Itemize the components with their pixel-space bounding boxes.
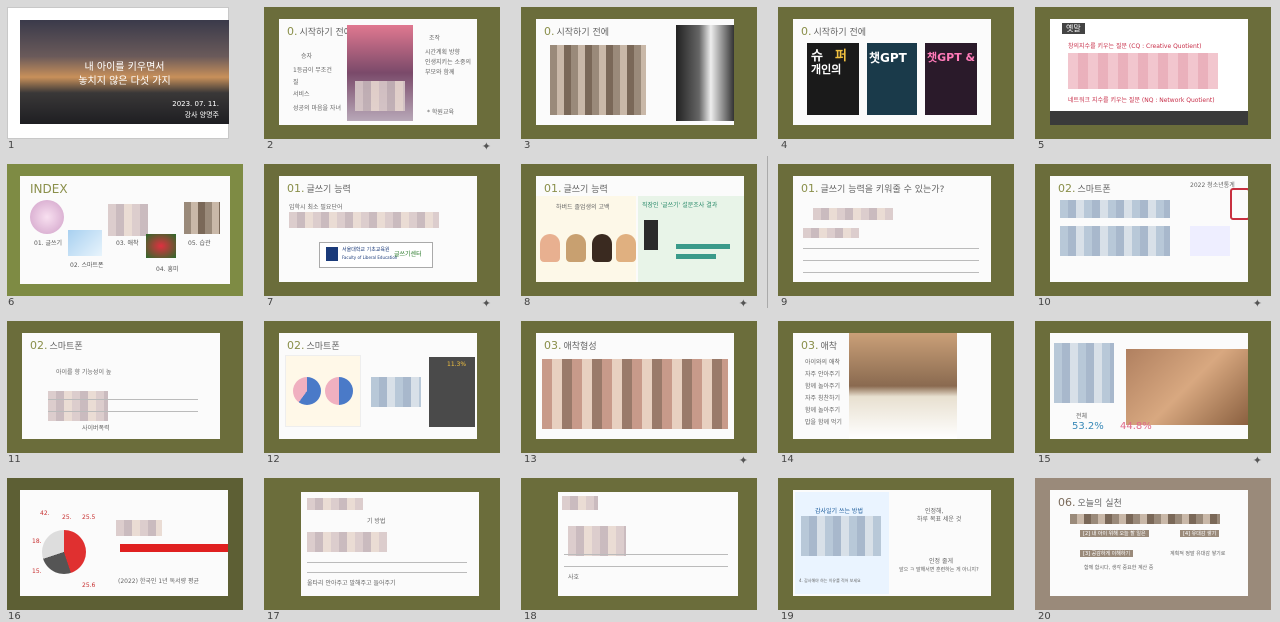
slide-date: 2023. 07. 11.	[172, 100, 219, 108]
slide-thumb-20[interactable]: 06. 오늘의 실천 [2] 내 아이 위해 오늘 할 일은 [4] 유대감 쌓기…	[1028, 471, 1271, 622]
animation-star-icon: ✦	[738, 454, 748, 467]
pie-chart	[325, 377, 353, 405]
university-logo: 서울대학교 기초교육원 Faculty of Liberal Education…	[319, 242, 433, 268]
slide-speaker: 강사 양명주	[184, 111, 219, 119]
slide-thumb-5[interactable]: 옛말 창의지수를 키우는 질문 (CQ : Creative Quotient)…	[1028, 0, 1271, 151]
slide-thumb-4[interactable]: 0. 시작하기 전에 슈 퍼 개인의 챗GPT 챗GPT & 4	[771, 0, 1014, 151]
slide-thumb-9[interactable]: 01. 글쓰기 능력을 키워줄 수 있는가? 9	[771, 157, 1014, 308]
phone-icon	[1230, 188, 1248, 220]
photo-placeholder	[676, 25, 734, 121]
slide-thumb-14[interactable]: 03. 애착 아이와의 애착 자주 안아주기 함께 놀아주기 자주 칭찬하기 함께…	[771, 314, 1014, 465]
photo-placeholder	[849, 333, 957, 439]
animation-star-icon: ✦	[1252, 454, 1262, 467]
slide-title-line2: 놓치지 않은 다섯 가지	[78, 76, 171, 87]
book-cover-3: 챗GPT &	[925, 43, 977, 115]
slide-thumb-18[interactable]: 사호 18	[514, 471, 757, 622]
slide-thumb-16[interactable]: 42. 25. 25.5 18. 15. 25.6 (2022) 한국인 1년 …	[0, 471, 243, 622]
slide-thumb-17[interactable]: 기 방법 울타리 안아주고 말해주고 들어주기 17	[257, 471, 500, 622]
animation-star-icon: ✦	[481, 140, 491, 153]
animation-star-icon: ✦	[1252, 297, 1262, 310]
pie-chart	[293, 377, 321, 405]
slide-thumb-8[interactable]: 01. 글쓰기 능력 하버드 졸업생의 고백 직장인 '글쓰기' 설문조사 결과 …	[514, 157, 757, 310]
title-slide-image: 내 아이를 키우면서 놓치지 않은 다섯 가지 2023. 07. 11. 강사…	[20, 20, 229, 124]
slide-thumb-6[interactable]: INDEX 01. 글쓰기 02. 스마트폰 03. 애착 04. 흥미 05.…	[0, 157, 243, 308]
index-title: INDEX	[30, 182, 68, 196]
slide-thumb-10[interactable]: 02. 스마트폰 2022 청소년통계 10 ✦	[1028, 157, 1271, 310]
book-cover-1: 슈 퍼 개인의	[807, 43, 859, 115]
slide-thumb-13[interactable]: 03. 애착형성 13 ✦	[514, 314, 757, 467]
photo-placeholder	[550, 45, 646, 115]
slide-thumb-2[interactable]: 0. 시작하기 전에 승자 1등급이 무조건 질 서비스 성공의 마음을 자녀 조…	[257, 0, 500, 153]
book-cover-2: 챗GPT	[867, 43, 917, 115]
slide-thumb-12[interactable]: 02. 스마트폰 11.3% 12	[257, 314, 500, 465]
animation-star-icon: ✦	[738, 297, 748, 310]
insertion-cursor	[767, 156, 768, 308]
animation-star-icon: ✦	[481, 297, 491, 310]
slide-thumb-11[interactable]: 02. 스마트폰 아이를 향 기능성이 높 사이버폭력 11	[0, 314, 243, 465]
slide-title-line1: 내 아이를 키우면서	[84, 62, 165, 73]
slide-thumb-3[interactable]: 0. 시작하기 전에 3	[514, 0, 757, 151]
slide-thumb-19[interactable]: 감사일기 쓰는 방법 4. 감사해야 하는 이유를 적어 보세요 인정해, 하루…	[771, 471, 1014, 622]
photo-placeholder	[1126, 349, 1248, 425]
slide-thumb-15[interactable]: 전체 53.2% 44.8% 15 ✦	[1028, 314, 1271, 467]
photo-placeholder	[542, 359, 728, 429]
slide-thumb-1[interactable]: 내 아이를 키우면서 놓치지 않은 다섯 가지 2023. 07. 11. 강사…	[0, 0, 236, 151]
slide-sorter-grid: 내 아이를 키우면서 놓치지 않은 다섯 가지 2023. 07. 11. 강사…	[0, 0, 1280, 622]
slide-thumb-7[interactable]: 01. 글쓰기 능력 입학시 최소 필요단어 서울대학교 기초교육원 Facult…	[257, 157, 500, 310]
slide-number: 1	[8, 140, 15, 151]
pie-chart	[42, 530, 86, 574]
